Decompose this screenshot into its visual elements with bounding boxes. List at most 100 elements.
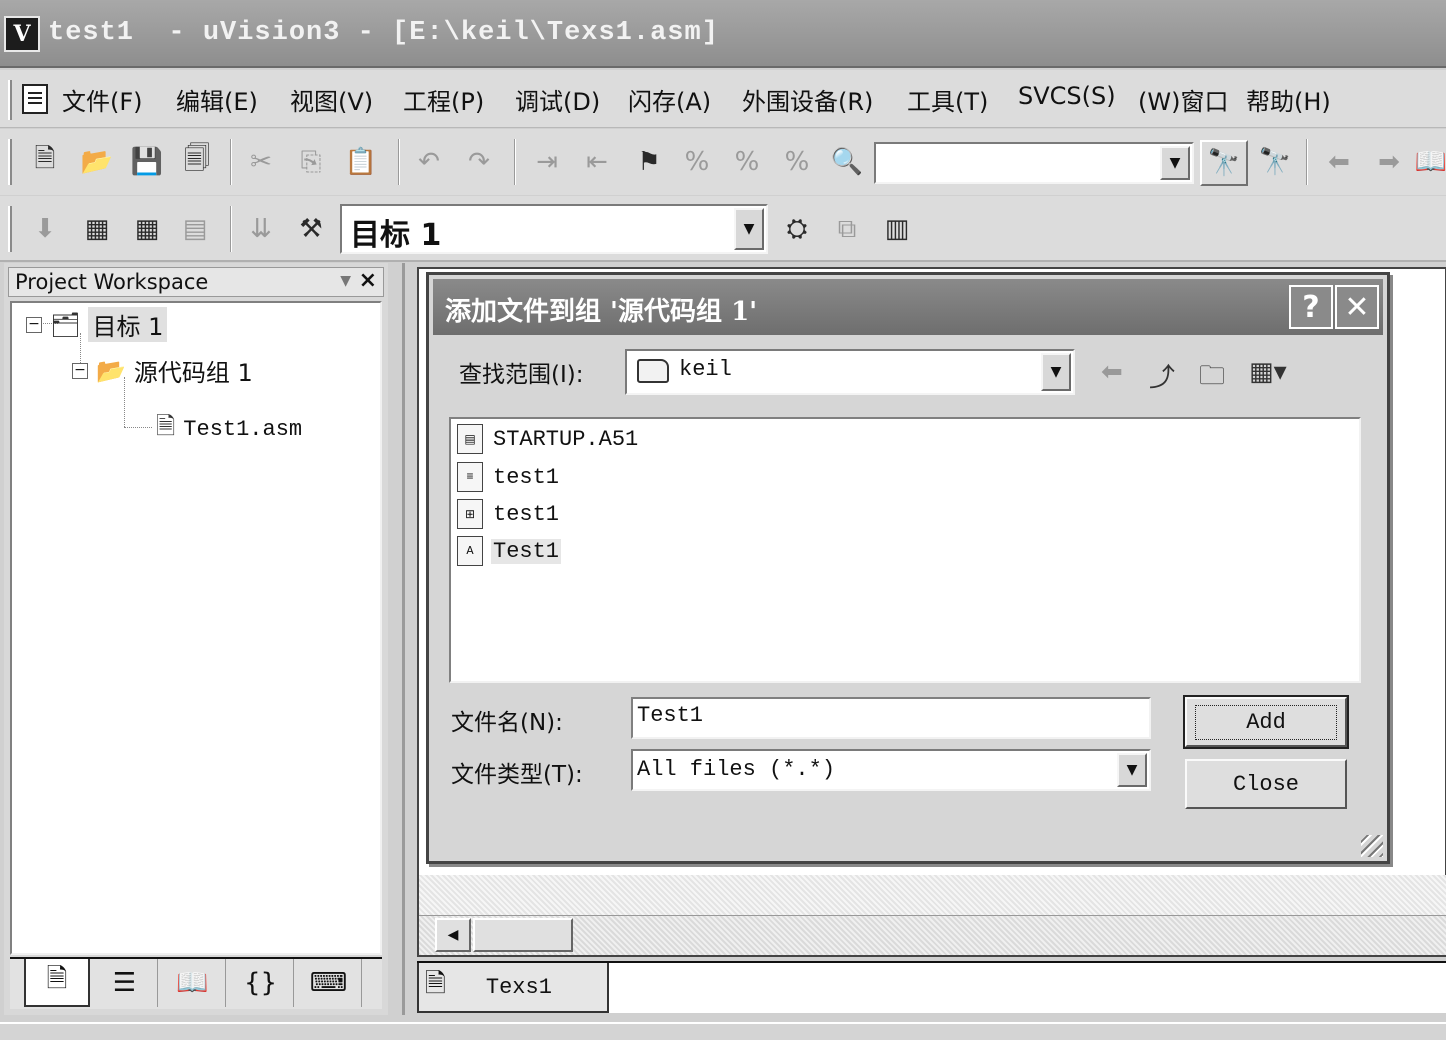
- save-all-icon[interactable]: 🗐: [178, 143, 216, 181]
- stop-build-icon[interactable]: ▤: [176, 210, 214, 248]
- tab-functions[interactable]: {}: [228, 959, 294, 1007]
- chevron-down-icon[interactable]: ▼: [1117, 753, 1147, 787]
- filetype-label: 文件类型(T):: [451, 762, 583, 788]
- collapse-icon[interactable]: −: [26, 316, 42, 333]
- templates-tab-icon: ⌨: [309, 968, 348, 998]
- collapse-icon[interactable]: −: [72, 362, 88, 379]
- tree-node-group[interactable]: − 📂 源代码组 1: [72, 353, 253, 388]
- chevron-down-icon[interactable]: ▼: [340, 273, 351, 289]
- find-in-files-icon[interactable]: 🔍: [828, 143, 866, 181]
- workspace-tabs: 🗎 ☰ 📖 {} ⌨: [10, 957, 382, 1009]
- menu-tools[interactable]: 工具(T): [907, 82, 988, 117]
- toolbar-separator: [230, 139, 232, 185]
- chevron-down-icon[interactable]: ▼: [734, 208, 764, 250]
- functions-tab-icon: {}: [243, 968, 278, 998]
- indent-icon[interactable]: ⇥: [528, 143, 566, 181]
- close-button[interactable]: Close: [1185, 759, 1347, 809]
- paste-icon[interactable]: 📋: [342, 143, 380, 181]
- a51-file-icon: ▤: [457, 424, 483, 454]
- load-download-icon[interactable]: ⇊: [242, 210, 280, 248]
- back-arrow-icon[interactable]: ⬅: [1101, 357, 1123, 387]
- save-icon[interactable]: 💾: [128, 143, 166, 181]
- redo-icon[interactable]: ↷: [460, 143, 498, 181]
- menu-debug[interactable]: 调试(D): [515, 82, 600, 117]
- document-icon[interactable]: [22, 84, 48, 114]
- menu-edit[interactable]: 编辑(E): [176, 82, 258, 117]
- scroll-left-icon[interactable]: ◀: [435, 918, 471, 952]
- file-name: test1: [493, 464, 560, 490]
- view-menu-icon[interactable]: ▦▾: [1249, 357, 1287, 387]
- copy-icon[interactable]: ⎘: [292, 143, 330, 181]
- file-extensions-icon[interactable]: ⧉: [828, 210, 866, 248]
- filetype-select[interactable]: All files (*.*) ▼: [631, 749, 1151, 791]
- find-binoculars-icon[interactable]: 🔭: [1200, 140, 1248, 186]
- chevron-down-icon[interactable]: ▼: [1160, 146, 1190, 180]
- look-in-select[interactable]: keil ▼: [625, 349, 1075, 395]
- toolbar-grip[interactable]: [8, 206, 12, 252]
- menu-help[interactable]: 帮助(H): [1246, 82, 1331, 117]
- menu-view[interactable]: 视图(V): [290, 82, 373, 117]
- next-bookmark-icon[interactable]: %: [678, 143, 716, 181]
- translate-icon[interactable]: ⬇: [26, 210, 64, 248]
- menu-window[interactable]: (W)窗口: [1138, 82, 1228, 117]
- tab-books[interactable]: 📖: [160, 959, 226, 1007]
- menu-svcs[interactable]: SVCS(S): [1018, 82, 1116, 110]
- file-item-test1-text[interactable]: ≡ test1: [457, 461, 561, 493]
- file-item-startup[interactable]: ▤ STARTUP.A51: [457, 423, 640, 455]
- rebuild-all-icon[interactable]: ▦: [128, 210, 166, 248]
- tree-node-target[interactable]: − 🗂 目标 1: [26, 307, 168, 342]
- workspace-header[interactable]: Project Workspace ▼ ×: [8, 267, 384, 297]
- menu-peripherals[interactable]: 外围设备(R): [742, 82, 873, 117]
- tab-registers[interactable]: ☰: [92, 959, 158, 1007]
- undo-icon[interactable]: ↶: [410, 143, 448, 181]
- add-button[interactable]: Add: [1183, 695, 1349, 749]
- project-components-icon[interactable]: ⛭: [778, 210, 816, 248]
- close-icon[interactable]: ✕: [1335, 285, 1379, 329]
- find-combo[interactable]: ▼: [874, 142, 1194, 184]
- new-file-icon[interactable]: 🗎: [26, 143, 64, 181]
- tree-node-file[interactable]: 🗎 Test1.asm: [156, 409, 302, 450]
- tab-templates[interactable]: ⌨: [296, 959, 362, 1007]
- chevron-down-icon[interactable]: ▼: [1041, 353, 1071, 391]
- incremental-find-icon[interactable]: 🔭: [1256, 143, 1294, 181]
- target-folder-icon: 🗂: [50, 310, 81, 339]
- project-workspace-panel: Project Workspace ▼ × − 🗂 目标 1 − 📂 源代码组 …: [4, 263, 388, 1015]
- forward-arrow-icon[interactable]: ➡: [1370, 143, 1408, 181]
- build-target-icon[interactable]: ▦: [78, 210, 116, 248]
- cut-icon[interactable]: ✂: [242, 143, 280, 181]
- tab-files[interactable]: 🗎: [24, 959, 90, 1007]
- book-icon[interactable]: 📖: [1416, 143, 1446, 181]
- dialog-titlebar[interactable]: 添加文件到组 '源代码组 1' ? ✕: [433, 279, 1383, 335]
- toggle-bookmark-icon[interactable]: ⚑: [630, 143, 668, 181]
- target-select[interactable]: 目标 1 ▼: [340, 204, 768, 254]
- workspace-close-icon[interactable]: ×: [359, 268, 377, 293]
- target-options-icon[interactable]: ⚒: [292, 210, 330, 248]
- help-icon[interactable]: ?: [1289, 285, 1333, 329]
- horizontal-scrollbar[interactable]: ◀: [419, 915, 1446, 955]
- editor-tab-texs1[interactable]: 🗎 Texs1: [417, 963, 609, 1013]
- menu-flash[interactable]: 闪存(A): [628, 82, 711, 117]
- add-files-dialog: 添加文件到组 '源代码组 1' ? ✕ 查找范围(I): keil ▼ ⬅ ⤴ …: [426, 272, 1390, 864]
- open-folder-icon[interactable]: 📂: [78, 143, 116, 181]
- resize-grip[interactable]: [1361, 835, 1383, 857]
- unindent-icon[interactable]: ⇤: [578, 143, 616, 181]
- window-titlebar[interactable]: V test1 - uVision3 - [E:\keil\Texs1.asm]: [0, 0, 1446, 68]
- back-arrow-icon[interactable]: ⬅: [1320, 143, 1358, 181]
- new-folder-icon[interactable]: 🗀: [1199, 357, 1225, 401]
- manage-books-icon[interactable]: ▥: [878, 210, 916, 248]
- toolbar-grip[interactable]: [8, 139, 12, 185]
- tree-label-file: Test1.asm: [183, 417, 303, 442]
- file-item-test1-project[interactable]: ⊞ test1: [457, 498, 561, 530]
- menu-project[interactable]: 工程(P): [403, 82, 484, 117]
- file-item-test1-asm[interactable]: A Test1: [457, 535, 562, 567]
- filename-input[interactable]: Test1: [631, 697, 1151, 739]
- target-select-value: 目标 1: [350, 218, 442, 253]
- scrollbar-thumb[interactable]: [473, 918, 573, 952]
- up-folder-icon[interactable]: ⤴: [1149, 357, 1175, 394]
- menu-file[interactable]: 文件(F): [62, 82, 143, 117]
- prev-bookmark-icon[interactable]: %: [728, 143, 766, 181]
- clear-bookmarks-icon[interactable]: %: [778, 143, 816, 181]
- filename-label: 文件名(N):: [451, 710, 563, 736]
- filetype-value: All files (*.*): [637, 757, 836, 782]
- menubar-grip[interactable]: [8, 80, 12, 120]
